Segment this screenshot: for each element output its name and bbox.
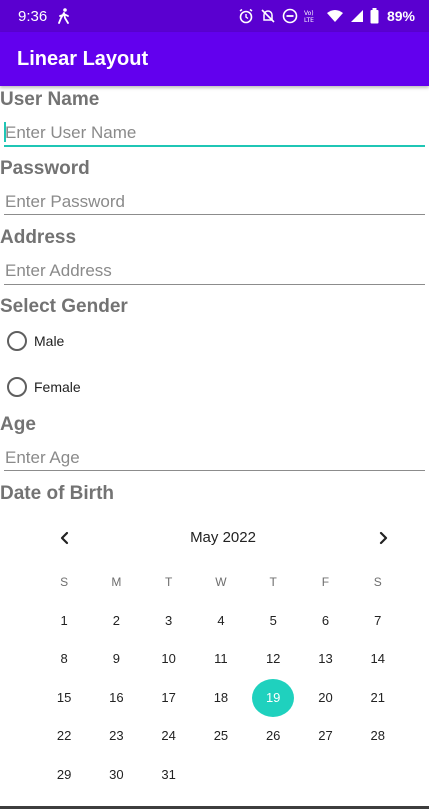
address-label: Address bbox=[0, 227, 77, 248]
radio-male[interactable]: Male bbox=[7, 331, 64, 351]
calendar-weekday: F bbox=[321, 575, 330, 590]
calendar-empty-cell bbox=[299, 756, 351, 794]
calendar-day[interactable]: 24 bbox=[143, 717, 195, 755]
calendar-grid: S M T W T F S 1 2 3 4 5 6 7 8 9 10 11 12 13 14 15 16 17 18 19 20 21… bbox=[38, 563, 404, 794]
calendar-day[interactable]: 8 bbox=[38, 640, 90, 678]
age-label: Age bbox=[0, 414, 36, 435]
calendar-day[interactable]: 28 bbox=[352, 717, 404, 755]
address-underline bbox=[4, 284, 425, 285]
svg-text:LTE: LTE bbox=[304, 17, 314, 24]
calendar-day[interactable]: 17 bbox=[143, 679, 195, 717]
calendar-day[interactable]: 21 bbox=[352, 679, 404, 717]
calendar-day[interactable]: 29 bbox=[38, 756, 90, 794]
radio-button-icon[interactable] bbox=[7, 377, 27, 397]
calendar-day[interactable]: 30 bbox=[90, 756, 142, 794]
calendar-weekday: T bbox=[269, 575, 277, 590]
chevron-right-icon[interactable] bbox=[372, 527, 394, 549]
calendar-day[interactable]: 31 bbox=[143, 756, 195, 794]
calendar-day[interactable]: 2 bbox=[90, 602, 142, 640]
radio-button-icon[interactable] bbox=[7, 331, 27, 351]
calendar-week-row: 29 30 31 bbox=[38, 756, 404, 795]
svg-text:Vo): Vo) bbox=[304, 10, 314, 17]
calendar-day-selected[interactable]: 19 bbox=[247, 678, 299, 717]
age-underline bbox=[4, 470, 425, 471]
walking-icon bbox=[57, 8, 71, 24]
calendar-week-row: 8 9 10 11 12 13 14 bbox=[38, 640, 404, 679]
calendar-day[interactable]: 15 bbox=[38, 679, 90, 717]
radio-female[interactable]: Female bbox=[7, 377, 81, 397]
calendar-header: May 2022 bbox=[0, 524, 429, 552]
status-time: 9:36 bbox=[18, 7, 48, 25]
calendar-day[interactable]: 20 bbox=[299, 679, 351, 717]
calendar-week-row: 1234567 bbox=[38, 602, 404, 641]
gender-label: Select Gender bbox=[0, 296, 128, 317]
calendar-empty-cell bbox=[195, 756, 247, 794]
calendar-day[interactable]: 22 bbox=[38, 717, 90, 755]
calendar-day[interactable]: 25 bbox=[195, 717, 247, 755]
mute-icon bbox=[260, 8, 276, 24]
user-name-input[interactable]: Enter User Name bbox=[4, 120, 425, 146]
calendar-day[interactable]: 13 bbox=[299, 640, 351, 678]
address-input[interactable]: Enter Address bbox=[4, 258, 425, 284]
user-name-underline bbox=[4, 145, 425, 147]
calendar-day[interactable]: 11 bbox=[195, 640, 247, 678]
calendar-weekday: S bbox=[60, 575, 69, 590]
calendar-day[interactable]: 4 bbox=[195, 602, 247, 640]
calendar-day[interactable]: 10 bbox=[143, 640, 195, 678]
calendar-day[interactable]: 5 bbox=[247, 602, 299, 640]
status-bar: 9:36 Vo) LTE 89% bbox=[0, 0, 429, 32]
calendar-empty-cell bbox=[352, 756, 404, 794]
calendar-day[interactable]: 7 bbox=[352, 602, 404, 640]
password-label: Password bbox=[0, 158, 90, 179]
user-name-label: User Name bbox=[0, 89, 100, 110]
radio-label-male: Male bbox=[34, 333, 65, 349]
calendar-day-number: 19 bbox=[265, 689, 281, 705]
password-input[interactable]: Enter Password bbox=[4, 189, 425, 215]
calendar-day[interactable]: 6 bbox=[299, 602, 351, 640]
calendar-day[interactable]: 12 bbox=[247, 640, 299, 678]
calendar-weekday-row: SMTWTFS bbox=[38, 563, 404, 602]
calendar-empty-cell bbox=[247, 756, 299, 794]
radio-label-female: Female bbox=[34, 379, 81, 395]
calendar-day[interactable]: 26 bbox=[247, 717, 299, 755]
calendar-day[interactable]: 23 bbox=[90, 717, 142, 755]
age-input[interactable]: Enter Age bbox=[4, 445, 425, 471]
calendar-week-row: 22 23 24 25 26 27 28 bbox=[38, 717, 404, 756]
calendar-weekday: T bbox=[164, 575, 173, 590]
battery-level: 89% bbox=[386, 8, 415, 24]
calendar-day[interactable]: 3 bbox=[143, 602, 195, 640]
dob-label: Date of Birth bbox=[0, 483, 114, 504]
calendar-week-row: 15 16 17 18 19 20 21 bbox=[38, 678, 404, 718]
calendar-weekday: M bbox=[111, 575, 122, 590]
calendar-day[interactable]: 1 bbox=[38, 602, 90, 640]
calendar-day[interactable]: 14 bbox=[352, 640, 404, 678]
volte-icon: Vo) LTE bbox=[304, 8, 320, 24]
calendar-weekday: W bbox=[215, 575, 227, 590]
app-title: Linear Layout bbox=[17, 47, 149, 70]
dnd-icon bbox=[282, 8, 298, 24]
wifi-icon bbox=[326, 8, 344, 24]
calendar-day[interactable]: 27 bbox=[299, 717, 351, 755]
alarm-icon bbox=[238, 8, 254, 24]
calendar-day[interactable]: 9 bbox=[90, 640, 142, 678]
calendar-day[interactable]: 18 bbox=[195, 679, 247, 717]
calendar-day[interactable]: 16 bbox=[90, 679, 142, 717]
battery-icon bbox=[370, 8, 379, 24]
calendar-month-title: May 2022 bbox=[190, 529, 256, 546]
calendar-weekday: S bbox=[373, 575, 382, 590]
password-underline bbox=[4, 214, 425, 215]
app-bar: Linear Layout bbox=[0, 32, 429, 86]
signal-icon bbox=[350, 8, 364, 24]
